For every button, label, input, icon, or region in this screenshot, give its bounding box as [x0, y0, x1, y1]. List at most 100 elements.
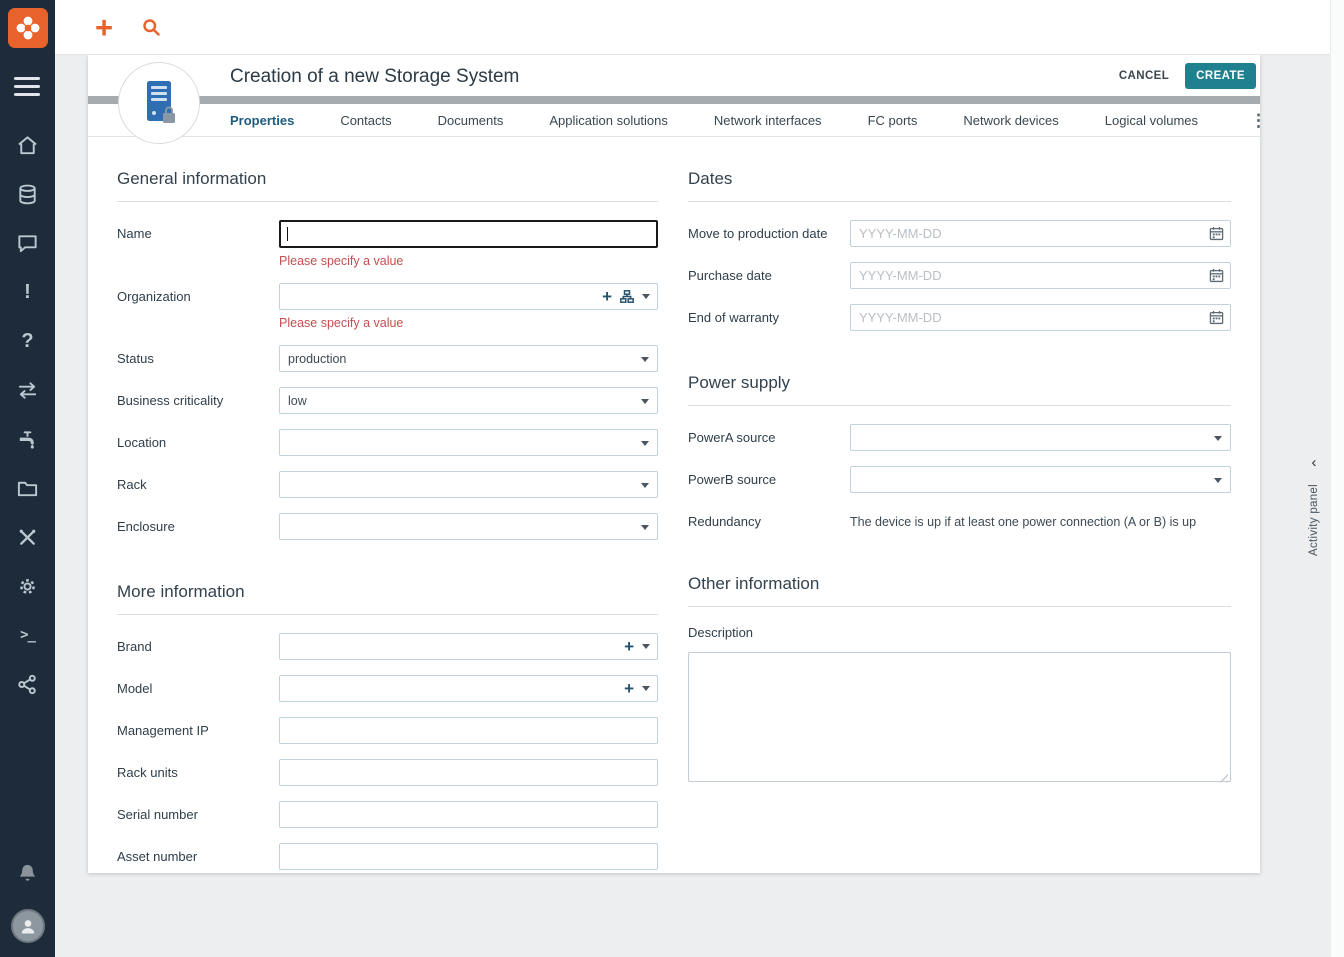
- gear-icon: [20, 578, 35, 594]
- section-title-power: Power supply: [688, 373, 1231, 406]
- sidebar-item-service-management[interactable]: [8, 419, 48, 459]
- tab-application-solutions[interactable]: Application solutions: [549, 113, 668, 128]
- tab-fc-ports[interactable]: FC ports: [868, 113, 918, 128]
- storage-system-avatar: [118, 62, 200, 144]
- field-row-criticality: Business criticality low: [117, 387, 658, 414]
- faucet-icon: [19, 430, 34, 449]
- field-row-status: Status production: [117, 345, 658, 372]
- app-logo[interactable]: [7, 8, 48, 48]
- field-row-management-ip: Management IP: [117, 717, 658, 744]
- organization-select[interactable]: +: [279, 283, 658, 310]
- serial-number-input[interactable]: [279, 801, 658, 828]
- tab-properties[interactable]: Properties: [230, 113, 294, 128]
- database-icon: [19, 184, 36, 204]
- caret-down-icon: [641, 357, 649, 362]
- section-title-general: General information: [117, 169, 658, 202]
- description-textarea[interactable]: [688, 651, 1231, 782]
- calendar-icon[interactable]: [1209, 268, 1224, 283]
- field-row-purchase-date: Purchase date: [688, 262, 1231, 289]
- tab-logical-volumes[interactable]: Logical volumes: [1105, 113, 1198, 128]
- field-row-serial: Serial number: [117, 801, 658, 828]
- field-row-name: Name Please specify a value: [117, 220, 658, 268]
- field-row-powera: PowerA source: [688, 424, 1231, 451]
- tab-network-interfaces[interactable]: Network interfaces: [714, 113, 822, 128]
- sidebar-item-admin-tools[interactable]: [8, 517, 48, 557]
- hierarchy-icon[interactable]: [620, 290, 634, 303]
- sidebar-item-problem[interactable]: ?: [8, 321, 48, 361]
- add-organization-icon[interactable]: +: [602, 288, 612, 305]
- sidebar-item-data-administration[interactable]: [8, 468, 48, 508]
- field-row-enclosure: Enclosure: [117, 513, 658, 540]
- field-row-move-date: Move to production date: [688, 220, 1231, 247]
- tab-network-devices[interactable]: Network devices: [963, 113, 1058, 128]
- header-actions: CANCEL CREATE: [1117, 63, 1256, 89]
- enclosure-select[interactable]: [279, 513, 658, 540]
- caret-down-icon: [641, 441, 649, 446]
- sidebar-item-incident[interactable]: !: [8, 272, 48, 312]
- criticality-select[interactable]: low: [279, 387, 658, 414]
- tab-bar: Properties Contacts Documents Applicatio…: [88, 104, 1267, 137]
- activity-panel-toggle[interactable]: ‹ Activity panel: [1308, 455, 1320, 556]
- rack-units-input[interactable]: [279, 759, 658, 786]
- add-model-icon[interactable]: +: [624, 680, 634, 697]
- rack-units-label: Rack units: [117, 765, 178, 780]
- sidebar-bottom: [8, 853, 48, 957]
- section-title-more: More information: [117, 582, 658, 615]
- add-brand-icon[interactable]: +: [624, 638, 634, 655]
- field-row-organization: Organization + Please specify a value: [117, 283, 658, 330]
- sidebar-item-helpdesk[interactable]: [8, 223, 48, 263]
- rack-select[interactable]: [279, 471, 658, 498]
- sidebar-item-configuration[interactable]: [8, 174, 48, 214]
- chevron-left-icon: ‹: [1311, 454, 1317, 471]
- sidebar-item-share[interactable]: [8, 664, 48, 704]
- sidebar-item-home[interactable]: [8, 125, 48, 165]
- page-scrollbar[interactable]: [1330, 0, 1344, 957]
- tab-documents[interactable]: Documents: [438, 113, 504, 128]
- search-icon: [143, 18, 160, 36]
- caret-down-icon: [641, 399, 649, 404]
- main-content: Creation of a new Storage System CANCEL …: [55, 55, 1330, 957]
- user-avatar[interactable]: [10, 909, 45, 943]
- calendar-icon[interactable]: [1209, 310, 1224, 325]
- rack-label: Rack: [117, 477, 147, 492]
- status-select[interactable]: production: [279, 345, 658, 372]
- field-row-rack-units: Rack units: [117, 759, 658, 786]
- sidebar-item-settings[interactable]: [8, 566, 48, 606]
- criticality-label: Business criticality: [117, 393, 224, 408]
- creation-form-card: Creation of a new Storage System CANCEL …: [88, 55, 1267, 873]
- management-ip-input[interactable]: [279, 717, 658, 744]
- powera-select[interactable]: [850, 424, 1231, 451]
- description-label: Description: [688, 624, 754, 640]
- tab-contacts[interactable]: Contacts: [340, 113, 391, 128]
- purchase-date-input[interactable]: [850, 262, 1231, 289]
- sidebar-item-change[interactable]: [8, 370, 48, 410]
- asset-number-label: Asset number: [117, 849, 198, 864]
- terminal-icon: >_: [20, 627, 36, 643]
- brand-select[interactable]: +: [279, 633, 658, 660]
- menu-toggle-button[interactable]: [13, 72, 42, 100]
- name-error: Please specify a value: [279, 254, 404, 268]
- organization-error: Please specify a value: [279, 316, 404, 330]
- chat-icon: [18, 234, 37, 252]
- location-label: Location: [117, 435, 167, 450]
- location-select[interactable]: [279, 429, 658, 456]
- new-object-button[interactable]: +: [95, 12, 113, 43]
- tabs-overflow-button[interactable]: ⋮: [1244, 112, 1273, 129]
- calendar-icon[interactable]: [1209, 226, 1224, 241]
- sidebar-item-console[interactable]: >_: [8, 615, 48, 655]
- name-input[interactable]: [279, 220, 658, 248]
- global-search-button[interactable]: [141, 17, 162, 38]
- cancel-button[interactable]: CANCEL: [1117, 66, 1171, 86]
- notifications-button[interactable]: [8, 853, 48, 893]
- form-grid: General information Name Please specify …: [88, 137, 1260, 885]
- card-header: Creation of a new Storage System CANCEL …: [88, 55, 1260, 144]
- asset-number-input[interactable]: [279, 843, 658, 870]
- tools-icon: [19, 529, 36, 545]
- warranty-date-input[interactable]: [850, 304, 1231, 331]
- storage-server-icon: [147, 81, 175, 123]
- model-select[interactable]: +: [279, 675, 658, 702]
- field-row-brand: Brand +: [117, 633, 658, 660]
- powerb-select[interactable]: [850, 466, 1231, 493]
- create-button[interactable]: CREATE: [1185, 63, 1256, 89]
- move-date-input[interactable]: [850, 220, 1231, 247]
